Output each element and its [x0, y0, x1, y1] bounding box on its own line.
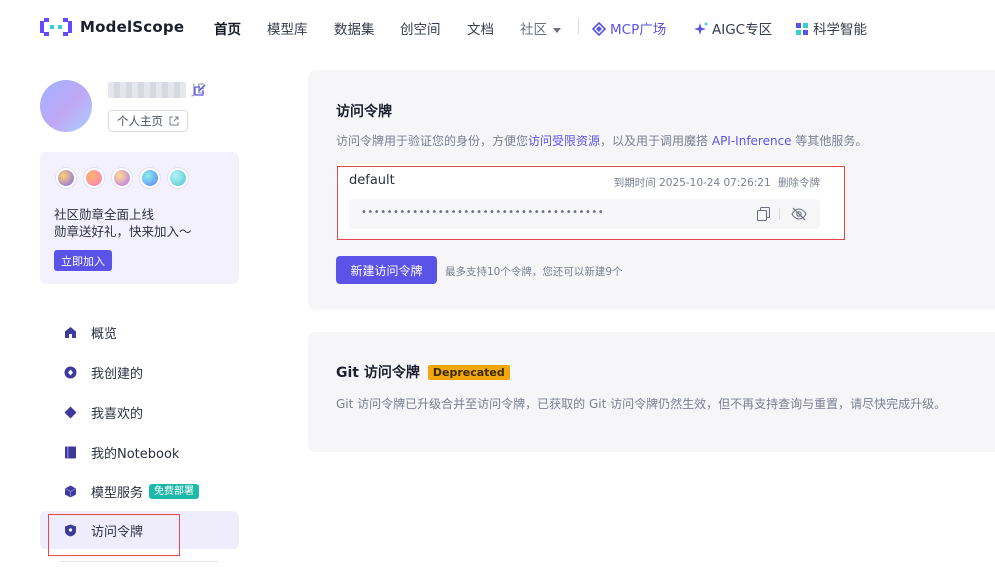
logo-mark-icon [40, 18, 72, 36]
edit-icon[interactable] [194, 84, 206, 96]
sidebar-item-notebook[interactable]: 我的Notebook [40, 433, 239, 471]
homepage-label: 个人主页 [117, 114, 163, 128]
sidebar-item-liked[interactable]: 我喜欢的 [40, 393, 239, 431]
badge-promo-line1: 社区勋章全面上线 [54, 207, 155, 222]
sidebar-item-model-service[interactable]: 模型服务 免费部署 [40, 472, 239, 510]
git-token-panel: Git 访问令牌 Deprecated Git 访问令牌已升级合并至访问令牌，已获… [308, 332, 995, 452]
desc-suffix: 等其他服务。 [791, 134, 868, 148]
git-token-title-row: Git 访问令牌 Deprecated [336, 362, 510, 382]
api-inference-link[interactable]: API-Inference [712, 134, 792, 148]
deprecated-badge: Deprecated [427, 365, 510, 380]
modelscope-logo[interactable]: ModelScope [40, 16, 184, 38]
username-redacted [108, 82, 186, 98]
nav-models[interactable]: 模型库 [267, 18, 308, 38]
mcp-diamond-icon [592, 22, 606, 36]
join-now-button[interactable]: 立即加入 [54, 250, 112, 271]
sidebar-item-label: 我的Notebook [91, 446, 180, 462]
notebook-icon [65, 446, 76, 458]
badge-promo-card: 社区勋章全面上线 勋章送好礼，快来加入～ 立即加入 [40, 152, 239, 284]
nav-datasets[interactable]: 数据集 [334, 18, 375, 38]
chevron-down-icon [553, 27, 561, 33]
nav-divider [578, 18, 579, 34]
external-link-icon [169, 116, 179, 126]
nav-mcp[interactable]: MCP广场 [592, 18, 666, 38]
nav-community[interactable]: 社区 [520, 18, 561, 38]
medal-icon [56, 168, 76, 188]
nav-studios[interactable]: 创空间 [400, 18, 441, 38]
cube-icon [64, 485, 77, 497]
nav-science[interactable]: 科学智能 [795, 18, 867, 38]
git-token-description: Git 访问令牌已升级合并至访问令牌，已获取的 Git 访问令牌仍然生效，但不再… [336, 397, 947, 411]
badge-promo-line2: 勋章送好礼，快来加入～ [54, 224, 192, 239]
username: JE [108, 82, 206, 98]
desc-prefix: 访问令牌用于验证您的身份，方便您 [336, 134, 529, 148]
nav-docs[interactable]: 文档 [467, 18, 494, 38]
nav-science-label: 科学智能 [813, 22, 867, 38]
top-navigation: ModelScope 首页 模型库 数据集 创空间 文档 社区 MCP广场 AI… [0, 0, 995, 56]
sidebar-item-label: 模型服务 [91, 485, 144, 501]
homepage-button[interactable]: 个人主页 [108, 110, 188, 132]
desc-middle: ，以及用于调用魔搭 [600, 134, 712, 148]
nav-mcp-label: MCP广场 [610, 22, 667, 38]
avatar[interactable] [40, 80, 92, 132]
sidebar-item-created[interactable]: 我创建的 [40, 353, 239, 391]
nav-community-label: 社区 [520, 22, 547, 38]
sidebar-divider [60, 561, 218, 562]
nav-home[interactable]: 首页 [214, 18, 241, 38]
home-icon [65, 326, 76, 338]
restricted-resources-link[interactable]: 访问受限资源 [528, 134, 600, 148]
badge-promo-text: 社区勋章全面上线 勋章送好礼，快来加入～ [54, 206, 192, 240]
medal-icon [112, 168, 132, 188]
sidebar-item-label: 我创建的 [91, 366, 144, 382]
access-token-description: 访问令牌用于验证您的身份，方便您访问受限资源，以及用于调用魔搭 API-Infe… [336, 132, 867, 149]
highlight-box-sidebar [48, 514, 180, 556]
sidebar-item-label: 我喜欢的 [91, 406, 144, 422]
highlight-box-token [337, 166, 845, 240]
created-icon [64, 366, 77, 378]
sparkle-icon [694, 22, 708, 35]
git-token-title: Git 访问令牌 [336, 365, 420, 381]
diamond-icon [64, 406, 77, 418]
new-access-token-button[interactable]: 新建访问令牌 [336, 256, 437, 284]
sidebar-item-overview[interactable]: 概览 [40, 313, 239, 351]
nav-aigc[interactable]: AIGC专区 [694, 18, 772, 38]
access-token-title: 访问令牌 [336, 104, 392, 120]
medal-icon [84, 168, 104, 188]
medal-icon [140, 168, 160, 188]
medal-icon [168, 168, 188, 188]
science-grid-icon [796, 23, 808, 35]
brand-name: ModelScope [80, 18, 185, 36]
free-deploy-badge: 免费部署 [149, 483, 200, 499]
nav-aigc-label: AIGC专区 [712, 22, 773, 38]
token-limit-hint: 最多支持10个令牌，您还可以新建9个 [445, 266, 623, 278]
sidebar-item-label: 概览 [91, 326, 118, 342]
